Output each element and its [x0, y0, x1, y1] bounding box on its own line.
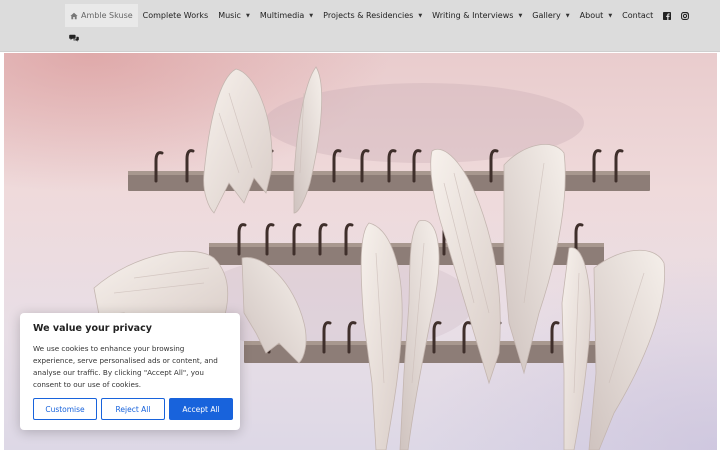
chevron-down-icon: ▼ [309, 12, 314, 19]
accept-all-button[interactable]: Accept All [169, 398, 233, 420]
nav-item-label: Contact [622, 11, 654, 20]
chevron-down-icon: ▼ [245, 12, 250, 19]
nav-item-about[interactable]: About ▼ [575, 4, 618, 27]
cookie-consent-dialog: We value your privacy We use cookies to … [20, 313, 240, 430]
nav-item-label: Projects & Residencies [323, 11, 414, 20]
facebook-icon [663, 11, 672, 20]
main-navigation: Amble Skuse Complete Works Music ▼ Multi… [0, 0, 720, 52]
nav-item-label: Amble Skuse [81, 11, 133, 20]
nav-item-gallery[interactable]: Gallery ▼ [527, 4, 574, 27]
nav-item-multimedia[interactable]: Multimedia ▼ [255, 4, 318, 27]
nav-item-writing-interviews[interactable]: Writing & Interviews ▼ [427, 4, 527, 27]
chevron-down-icon: ▼ [565, 12, 570, 19]
nav-item-projects-residencies[interactable]: Projects & Residencies ▼ [318, 4, 427, 27]
nav-item-label: Complete Works [142, 11, 209, 20]
nav-item-label: Gallery [532, 11, 561, 20]
nav-item-label: Multimedia [259, 11, 305, 20]
instagram-link[interactable] [676, 4, 694, 27]
cookie-buttons: Customise Reject All Accept All [33, 398, 233, 420]
instagram-icon [681, 11, 690, 20]
nav-secondary-row [68, 31, 80, 45]
nav-menu: Amble Skuse Complete Works Music ▼ Multi… [65, 4, 694, 27]
cookie-title: We value your privacy [33, 323, 152, 334]
nav-item-label: Writing & Interviews [432, 11, 514, 20]
nav-item-music[interactable]: Music ▼ [213, 4, 255, 27]
chat-bubbles-icon [69, 34, 79, 42]
nav-item-label: About [579, 11, 604, 20]
nav-item-contact[interactable]: Contact [617, 4, 658, 27]
chevron-down-icon: ▼ [608, 12, 613, 19]
nav-item-complete-works[interactable]: Complete Works [138, 4, 214, 27]
chevron-down-icon: ▼ [518, 12, 523, 19]
nav-item-home[interactable]: Amble Skuse [65, 4, 138, 27]
nav-item-label: Music [218, 11, 241, 20]
home-icon [70, 12, 78, 19]
cookie-description: We use cookies to enhance your browsing … [33, 344, 218, 389]
customise-button[interactable]: Customise [33, 398, 97, 420]
facebook-link[interactable] [658, 4, 676, 27]
chat-link[interactable] [68, 31, 80, 45]
reject-all-button[interactable]: Reject All [101, 398, 165, 420]
chevron-down-icon: ▼ [418, 12, 423, 19]
